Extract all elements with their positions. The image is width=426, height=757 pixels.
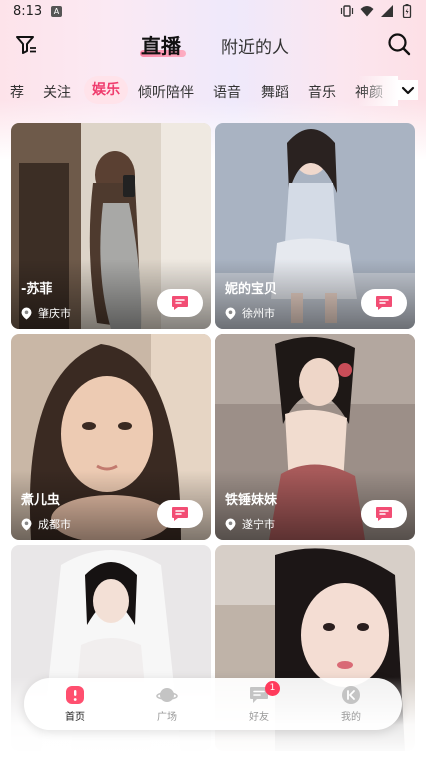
wifi-icon [360, 6, 374, 17]
bottom-navigation: 首页 广场 1 好友 我的 [24, 678, 402, 730]
location: 徐州市 [225, 305, 275, 321]
message-icon [376, 507, 392, 521]
category-recommend[interactable]: 荐 [10, 82, 24, 102]
category-music[interactable]: 音乐 [308, 82, 336, 102]
category-dance[interactable]: 舞蹈 [261, 82, 289, 102]
signal-icon [381, 5, 393, 17]
nav-label: 好友 [249, 712, 269, 723]
nav-profile[interactable]: 我的 [321, 684, 381, 723]
filter-icon[interactable] [14, 33, 38, 57]
unread-badge: 1 [265, 681, 280, 696]
location-pin-icon [21, 518, 32, 530]
home-icon [66, 686, 84, 704]
nav-square[interactable]: 广场 [137, 684, 197, 723]
tab-live[interactable]: 直播 [141, 30, 181, 59]
live-card[interactable]: 妮的宝贝 徐州市 [215, 123, 415, 329]
message-button[interactable] [361, 289, 407, 317]
vibrate-icon [340, 5, 354, 17]
notification-icon: A [51, 6, 62, 17]
live-card[interactable]: 铁锤妹妹 遂宁市 [215, 334, 415, 540]
live-card[interactable]: -苏菲 肇庆市 [11, 123, 211, 329]
planet-icon [156, 688, 178, 702]
streamer-name: -苏菲 [21, 282, 53, 297]
message-icon [172, 296, 188, 310]
location-text: 成都市 [38, 518, 71, 531]
message-icon [376, 296, 392, 310]
location-text: 徐州市 [242, 307, 275, 320]
message-icon [172, 507, 188, 521]
location: 肇庆市 [21, 305, 71, 321]
tab-nearby[interactable]: 附近的人 [221, 33, 289, 58]
nav-label: 首页 [65, 712, 85, 723]
battery-icon [402, 4, 412, 18]
profile-icon [342, 686, 360, 704]
location-text: 肇庆市 [38, 307, 71, 320]
nav-label: 广场 [157, 712, 177, 723]
chevron-down-icon[interactable] [398, 80, 418, 100]
status-time: 8:13 [13, 4, 43, 19]
nav-label: 我的 [341, 712, 361, 723]
nav-home[interactable]: 首页 [45, 684, 105, 723]
message-button[interactable] [157, 289, 203, 317]
status-bar: 8:13 A [0, 0, 426, 24]
streamer-name: 煮儿虫 [21, 493, 61, 508]
category-follow[interactable]: 关注 [43, 82, 71, 102]
location-pin-icon [225, 518, 236, 530]
category-listening[interactable]: 倾听陪伴 [138, 82, 194, 102]
message-button[interactable] [361, 500, 407, 528]
category-tabs: 荐 关注 娱乐 倾听陪伴 语音 舞蹈 音乐 神颜 [0, 76, 426, 106]
message-button[interactable] [157, 500, 203, 528]
location-pin-icon [225, 307, 236, 319]
location: 遂宁市 [225, 516, 275, 532]
location: 成都市 [21, 516, 71, 532]
streamer-name: 妮的宝贝 [225, 282, 278, 297]
live-card[interactable]: 煮儿虫 成都市 [11, 334, 211, 540]
category-voice[interactable]: 语音 [213, 82, 241, 102]
nav-friends[interactable]: 1 好友 [229, 681, 289, 723]
search-icon[interactable] [386, 31, 412, 57]
location-text: 遂宁市 [242, 518, 275, 531]
streamer-name: 铁锤妹妹 [225, 493, 278, 508]
category-entertainment[interactable]: 娱乐 [84, 76, 128, 104]
location-pin-icon [21, 307, 32, 319]
